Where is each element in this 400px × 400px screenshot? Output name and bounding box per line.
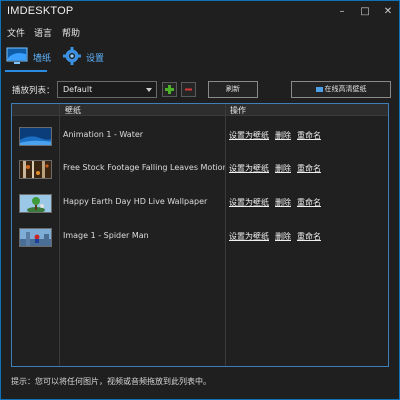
menu-help[interactable]: 帮助 [62,26,80,39]
rename-link[interactable]: 重命名 [297,231,321,242]
title-bar[interactable]: IMDESKTOP – □ ✕ [1,1,399,23]
set-wallpaper-link[interactable]: 设置为壁纸 [229,130,269,141]
menu-file[interactable]: 文件 [7,26,25,39]
wallpaper-thumbnail [19,228,52,247]
wallpaper-name: Free Stock Footage Falling Leaves Motion… [63,163,225,172]
tab-wallpaper-label: 墙纸 [33,54,52,64]
wallpaper-thumbnail [19,194,52,213]
set-wallpaper-link[interactable]: 设置为壁纸 [229,163,269,174]
tab-wallpaper[interactable]: 墙纸 [6,45,52,69]
rename-link[interactable]: 重命名 [297,197,321,208]
wallpaper-name: Animation 1 - Water [63,130,144,139]
wallpaper-name: Image 1 - Spider Man [63,231,149,240]
minimize-button[interactable]: – [331,1,353,23]
rename-link[interactable]: 重命名 [297,130,321,141]
wallpaper-icon [6,46,28,66]
active-tab-indicator [5,70,47,72]
rename-link[interactable]: 重命名 [297,163,321,174]
wallpaper-name: Happy Earth Day HD Live Wallpaper [63,197,208,206]
chevron-down-icon [146,88,152,92]
playlist-select-value: Default [63,85,93,94]
header-wallpaper: 壁纸 [65,106,81,115]
set-wallpaper-link[interactable]: 设置为壁纸 [229,231,269,242]
wallpaper-thumbnail [19,160,52,179]
table-row[interactable]: Image 1 - Spider Man 设置为壁纸 删除 重命名 [12,222,388,256]
playlist-label: 播放列表： [12,86,55,96]
plus-icon [165,85,174,94]
menu-language[interactable]: 语言 [34,26,52,39]
delete-link[interactable]: 删除 [275,231,291,242]
delete-link[interactable]: 删除 [275,130,291,141]
add-playlist-button[interactable] [162,82,177,97]
header-actions: 操作 [230,106,246,115]
wallpaper-list[interactable]: 壁纸 操作 Animation 1 - Water 设置为壁纸 删除 重命名 F… [11,103,389,367]
tab-settings[interactable]: 设置 [61,45,107,69]
table-row[interactable]: Free Stock Footage Falling Leaves Motion… [12,153,388,187]
refresh-button[interactable]: 刷新 [208,81,258,98]
remove-playlist-button[interactable] [181,82,196,97]
online-wallpapers-button[interactable]: 在线高清壁纸 [291,81,391,98]
playlist-toolbar: 播放列表： Default 刷新 在线高清壁纸 [1,81,399,99]
table-row[interactable]: Animation 1 - Water 设置为壁纸 删除 重命名 [12,119,388,153]
online-wallpapers-label: 在线高清壁纸 [324,85,367,93]
delete-link[interactable]: 删除 [275,197,291,208]
app-window: IMDESKTOP – □ ✕ 文件 语言 帮助 墙纸 设置 播放列表： Def… [0,0,400,400]
close-button[interactable]: ✕ [377,1,399,23]
wallpaper-thumbnail [19,127,52,146]
tab-bar: 墙纸 设置 [1,41,399,72]
hint-text: 提示：您可以将任何图片，视频或音频拖放到此列表中。 [11,377,211,386]
window-title: IMDESKTOP [7,5,74,17]
delete-link[interactable]: 删除 [275,163,291,174]
playlist-select[interactable]: Default [57,81,157,98]
set-wallpaper-link[interactable]: 设置为壁纸 [229,197,269,208]
tab-settings-label: 设置 [86,54,105,64]
menu-bar: 文件 语言 帮助 [1,23,399,39]
maximize-button[interactable]: □ [354,1,376,23]
table-row[interactable]: Happy Earth Day HD Live Wallpaper 设置为壁纸 … [12,188,388,222]
minus-icon [185,88,192,91]
folder-icon [315,86,323,92]
table-header: 壁纸 操作 [12,104,388,116]
gear-icon [61,46,83,66]
